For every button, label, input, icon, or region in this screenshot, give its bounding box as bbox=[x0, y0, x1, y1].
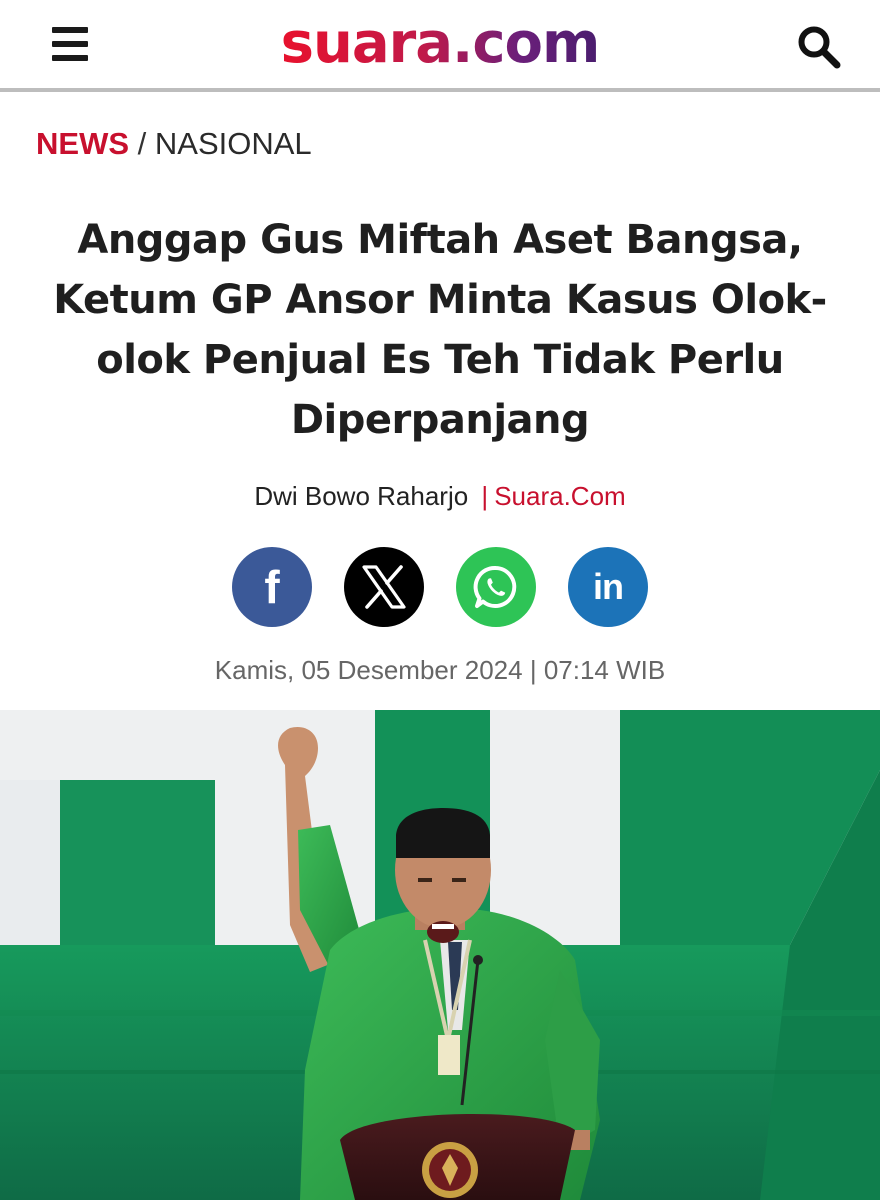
share-x-button[interactable] bbox=[344, 547, 424, 627]
share-facebook-button[interactable]: f bbox=[232, 547, 312, 627]
author-name[interactable]: Dwi Bowo Raharjo bbox=[254, 481, 468, 511]
byline-separator: | bbox=[481, 481, 489, 511]
article-hero-image bbox=[0, 710, 880, 1200]
linkedin-icon-glyph: in bbox=[593, 566, 624, 607]
article-byline: Dwi Bowo Raharjo | Suara.Com bbox=[0, 478, 880, 514]
share-linkedin-button[interactable]: in bbox=[568, 547, 648, 627]
title-line: Diperpanjang bbox=[290, 397, 590, 443]
source-link[interactable]: Suara.Com bbox=[494, 481, 626, 511]
x-icon bbox=[361, 565, 407, 609]
title-line: olok Penjual Es Teh Tidak Perlu bbox=[96, 337, 784, 383]
linkedin-icon: in bbox=[593, 566, 624, 607]
breadcrumb-separator: / bbox=[137, 126, 147, 161]
share-bar: f in bbox=[0, 547, 880, 627]
article-time: 07:14 WIB bbox=[543, 655, 666, 685]
hero-photo-illustration bbox=[0, 710, 880, 1200]
breadcrumb-nasional[interactable]: NASIONAL bbox=[155, 126, 312, 161]
whatsapp-icon bbox=[472, 563, 520, 611]
share-whatsapp-button[interactable] bbox=[456, 547, 536, 627]
article-dateline: Kamis, 05 Desember 2024 | 07:14 WIB bbox=[0, 652, 880, 688]
title-line: Anggap Gus Miftah Aset Bangsa, bbox=[77, 217, 803, 263]
search-icon[interactable] bbox=[796, 24, 842, 70]
site-logo[interactable]: suara.com bbox=[0, 12, 880, 76]
title-line: Ketum GP Ansor Minta Kasus Olok- bbox=[53, 277, 827, 323]
breadcrumb: NEWS / NASIONAL bbox=[36, 124, 312, 164]
article-date: Kamis, 05 Desember 2024 bbox=[214, 655, 523, 685]
date-separator: | bbox=[529, 655, 537, 685]
breadcrumb-news[interactable]: NEWS bbox=[36, 126, 129, 161]
article-title: Anggap Gus Miftah Aset Bangsa, Ketum GP … bbox=[50, 210, 830, 450]
site-logo-text: suara.com bbox=[280, 11, 601, 76]
facebook-icon-glyph: f bbox=[264, 561, 280, 613]
site-header: suara.com bbox=[0, 0, 880, 92]
facebook-icon: f bbox=[264, 564, 279, 610]
